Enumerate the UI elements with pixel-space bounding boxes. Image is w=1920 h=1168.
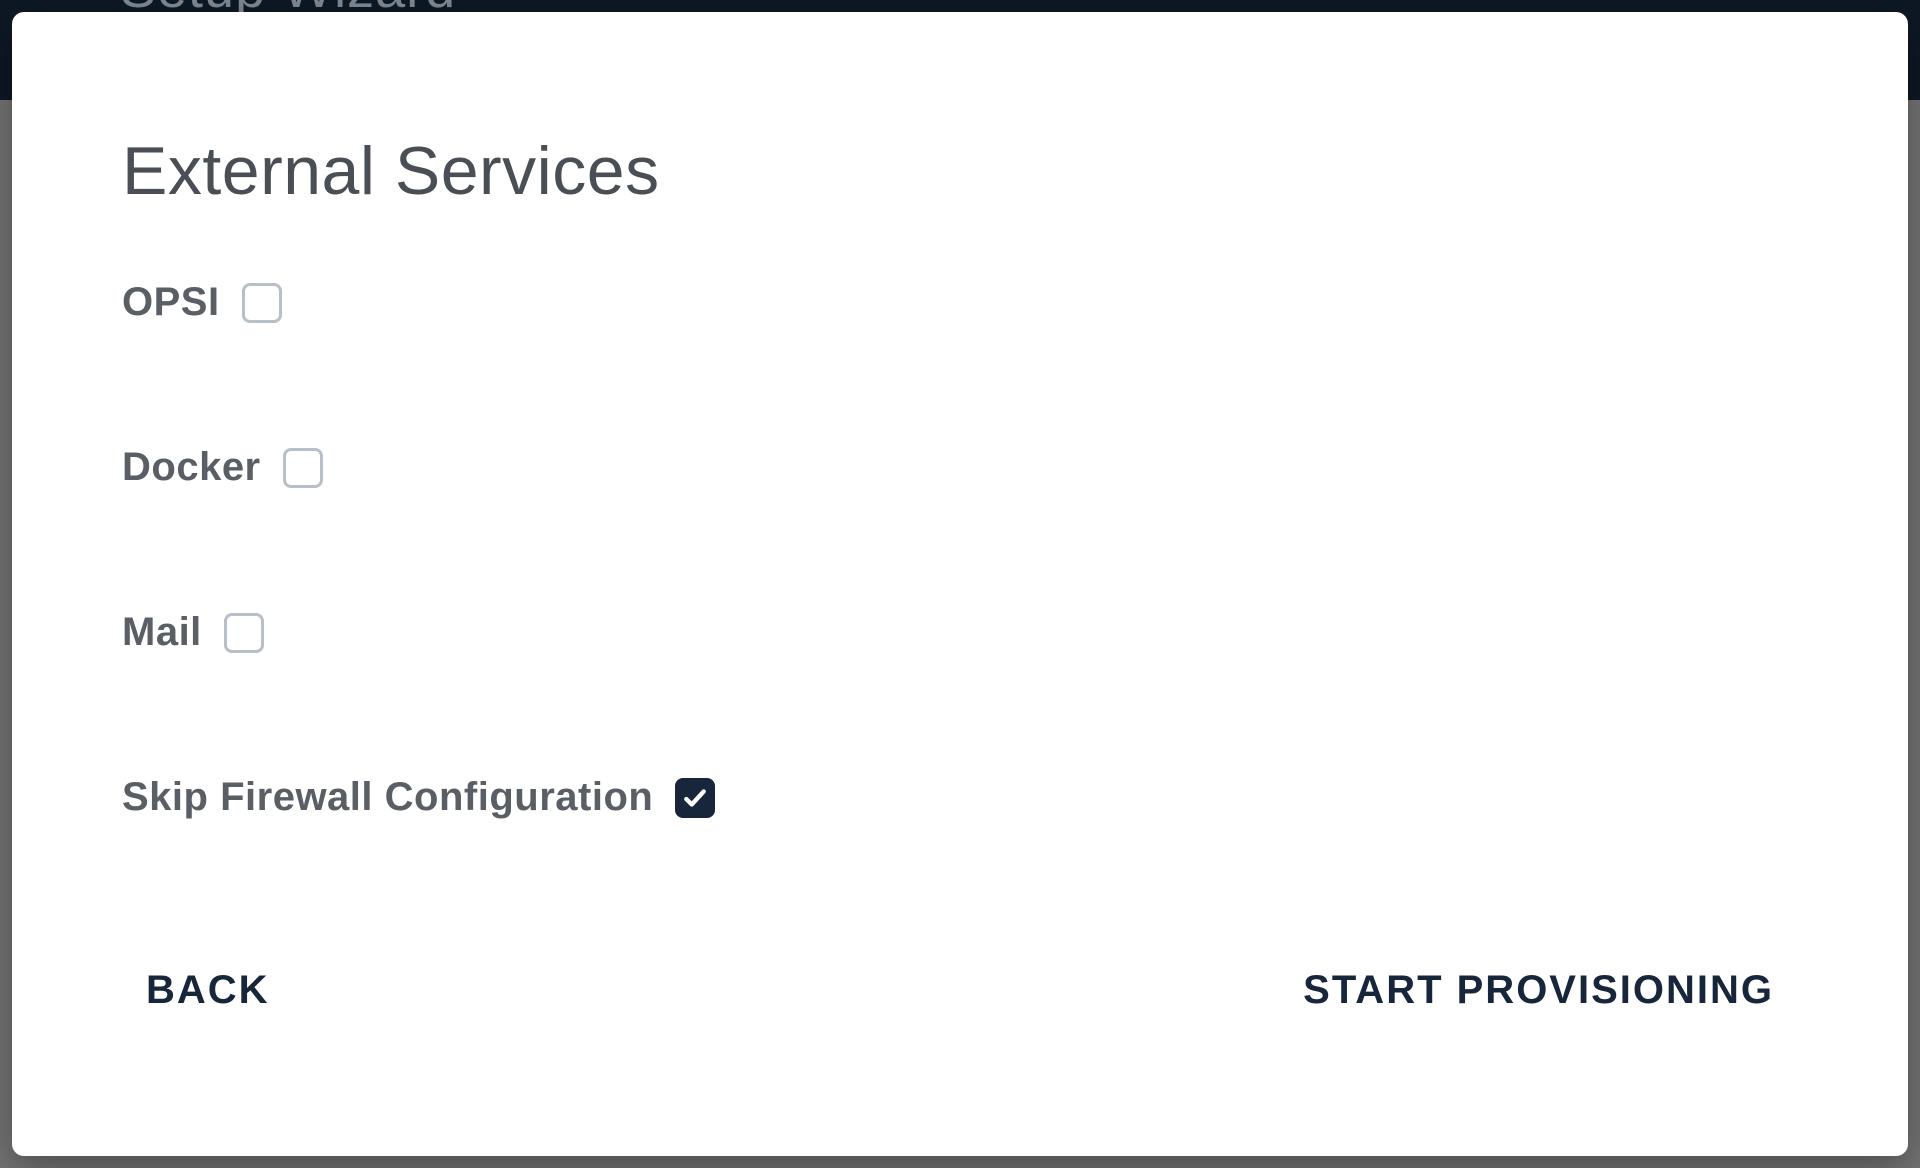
- option-mail-checkbox[interactable]: [224, 613, 264, 653]
- checkmark-icon: [682, 785, 708, 811]
- option-opsi-row: OPSI: [122, 280, 1798, 325]
- start-provisioning-button[interactable]: START PROVISIONING: [1299, 960, 1778, 1021]
- option-skip-firewall-label: Skip Firewall Configuration: [122, 775, 653, 820]
- back-button[interactable]: BACK: [142, 960, 274, 1021]
- option-docker-row: Docker: [122, 445, 1798, 490]
- option-opsi-checkbox[interactable]: [242, 283, 282, 323]
- wizard-button-row: BACK START PROVISIONING: [122, 960, 1798, 1021]
- option-opsi-label: OPSI: [122, 280, 220, 325]
- option-docker-label: Docker: [122, 445, 261, 490]
- option-mail-label: Mail: [122, 610, 202, 655]
- option-docker-checkbox[interactable]: [283, 448, 323, 488]
- page-title: External Services: [122, 132, 1798, 210]
- option-skip-firewall-row: Skip Firewall Configuration: [122, 775, 1798, 820]
- option-skip-firewall-checkbox[interactable]: [675, 778, 715, 818]
- wizard-modal: External Services OPSI Docker Mail Skip …: [12, 12, 1908, 1156]
- option-mail-row: Mail: [122, 610, 1798, 655]
